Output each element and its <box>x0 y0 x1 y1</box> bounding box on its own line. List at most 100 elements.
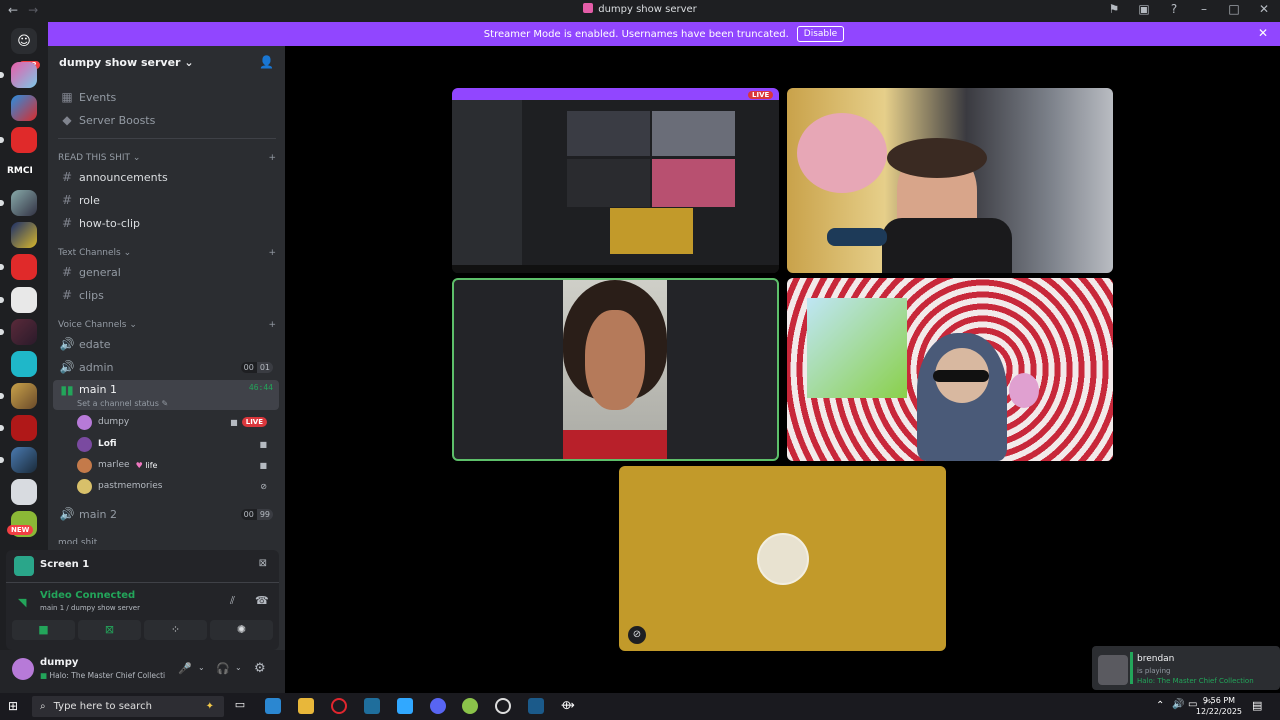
sidebar-item-events[interactable]: ▦ Events <box>53 87 279 107</box>
taskbar-app-icon[interactable] <box>265 698 281 714</box>
back-arrow-icon[interactable]: ← <box>8 3 18 17</box>
signal-icon[interactable]: ◥ <box>18 596 26 609</box>
microphone-icon[interactable]: 🎤 <box>178 662 192 675</box>
tray-chevron-icon[interactable]: ⌃ <box>1156 700 1164 711</box>
search-icon: ⌕ <box>40 701 46 712</box>
game-notification[interactable]: brendan is playing Halo: The Master Chie… <box>1092 646 1280 690</box>
voice-channel-main-2[interactable]: 🔊 main 2 00 99 <box>53 504 279 524</box>
opera-icon[interactable] <box>331 698 347 714</box>
hair <box>887 138 987 178</box>
server-icon-5[interactable] <box>11 222 37 248</box>
disable-button[interactable]: Disable <box>796 26 845 42</box>
webcam-tile-1[interactable] <box>787 88 1113 273</box>
help-icon[interactable]: ? <box>1166 2 1182 16</box>
server-icon-7[interactable] <box>0 287 37 313</box>
shirt <box>563 430 667 459</box>
taskbar-search[interactable]: ⌕ Type here to search ✦ <box>32 696 224 717</box>
add-channel-icon[interactable]: + <box>268 248 276 258</box>
camera-button[interactable]: ■ <box>12 620 75 640</box>
server-icon-13[interactable] <box>11 479 37 505</box>
voice-user-pastmemories[interactable]: pastmemories ⊘ <box>77 477 277 495</box>
category-read[interactable]: READ THIS SHIT ⌄ + <box>58 153 276 163</box>
windows-start-icon[interactable]: ⊞ <box>8 699 18 713</box>
add-channel-icon[interactable]: + <box>268 153 276 163</box>
screen-share-button[interactable]: ⊠ <box>78 620 141 640</box>
settings-gear-icon[interactable]: ⚙ <box>254 661 266 676</box>
disconnect-icon[interactable]: ☎ <box>255 594 269 607</box>
obs-icon[interactable] <box>495 698 511 714</box>
username[interactable]: dumpy <box>40 657 78 668</box>
server-icon-8[interactable] <box>0 319 37 345</box>
shared-tile <box>610 208 693 254</box>
home-dm-icon[interactable]: ☺ <box>11 28 37 54</box>
voice-user-dumpy[interactable]: dumpy ■ LIVE <box>77 413 277 431</box>
webcam-tile-3[interactable] <box>787 278 1113 461</box>
voice-user-marlee[interactable]: marlee ♥ life ■ <box>77 456 277 474</box>
title-bar: ← → dumpy show server ⚑ ▣ ? – □ ✕ <box>0 0 1280 21</box>
avatar-tile-pastmemories[interactable]: ⊘ <box>619 466 946 651</box>
inbox-flag-icon[interactable]: ⚑ <box>1106 2 1122 16</box>
forward-arrow-icon[interactable]: → <box>28 3 38 17</box>
voice-connection-panel: Screen 1 ⊠ ◥ Video Connected main 1 / du… <box>6 550 279 650</box>
taskbar-clock[interactable]: 9:56 PM 12/22/2025 <box>1196 695 1242 717</box>
hash-icon: # <box>61 288 73 302</box>
server-icon-9[interactable] <box>11 351 37 377</box>
app-icon-arrow[interactable]: ⟴ <box>560 698 576 714</box>
server-icon-10[interactable] <box>0 383 37 409</box>
chevron-down-icon[interactable]: ⌄ <box>198 663 205 672</box>
activities-button[interactable]: ⁘ <box>144 620 207 640</box>
server-icon-2[interactable] <box>11 95 37 121</box>
server-icon-11[interactable] <box>0 415 37 441</box>
server-rmci[interactable]: RMCI <box>7 166 33 176</box>
screen-share-tile[interactable]: LIVE <box>452 88 779 273</box>
voice-channel-admin[interactable]: 🔊 admin 00 01 <box>53 357 279 377</box>
minimize-button[interactable]: – <box>1196 2 1212 16</box>
channel-role[interactable]: # role <box>53 190 279 210</box>
connection-location[interactable]: main 1 / dumpy show server <box>40 604 140 612</box>
category-mod[interactable]: mod shit <box>58 538 276 544</box>
add-channel-icon[interactable]: + <box>268 320 276 330</box>
app-icon-green[interactable] <box>462 698 478 714</box>
server-icon-3[interactable] <box>0 127 37 153</box>
sunglasses <box>933 370 989 382</box>
maximize-button[interactable]: □ <box>1226 2 1242 16</box>
avatar[interactable] <box>12 658 34 680</box>
connection-status[interactable]: Video Connected <box>40 590 135 601</box>
sidebar-item-server-boosts[interactable]: ◆ Server Boosts <box>53 110 279 130</box>
channel-how-to-clip[interactable]: # how-to-clip <box>53 213 279 233</box>
server-icon-4[interactable] <box>0 190 37 216</box>
volume-icon[interactable]: 🔊 <box>1172 699 1184 710</box>
speaker-icon: 🔊 <box>59 360 75 374</box>
steam-icon[interactable] <box>528 698 544 714</box>
discord-icon[interactable] <box>430 698 446 714</box>
voice-user-lofi[interactable]: Lofi ■ <box>77 435 277 453</box>
close-button[interactable]: ✕ <box>1256 2 1272 16</box>
banner-close-icon[interactable]: ✕ <box>1258 26 1268 40</box>
notification-center-icon[interactable]: ▤ <box>1252 699 1262 712</box>
chevron-down-icon[interactable]: ⌄ <box>235 663 242 672</box>
category-voice[interactable]: Voice Channels ⌄ + <box>58 320 276 330</box>
task-view-icon[interactable]: ▭ <box>232 698 248 714</box>
shared-tile <box>652 111 735 156</box>
channel-announcements[interactable]: # announcements <box>53 167 279 187</box>
soundboard-button[interactable]: ✺ <box>210 620 273 640</box>
add-member-icon[interactable]: 👤 <box>259 55 274 69</box>
file-explorer-icon[interactable] <box>298 698 314 714</box>
screen-icon[interactable]: ▣ <box>1136 2 1152 16</box>
server-header[interactable]: dumpy show server ⌄ 👤 <box>48 46 285 78</box>
channel-clips[interactable]: # clips <box>53 285 279 305</box>
channel-general[interactable]: # general <box>53 262 279 282</box>
photoshop-icon[interactable] <box>397 698 413 714</box>
server-icon-12[interactable] <box>0 447 37 473</box>
voice-channel-edate[interactable]: 🔊 edate <box>53 334 279 354</box>
shared-tile <box>567 159 650 207</box>
server-icon-1[interactable] <box>0 62 37 88</box>
noise-suppression-icon[interactable]: ⫽ <box>230 594 235 608</box>
vegas-icon[interactable] <box>364 698 380 714</box>
category-text[interactable]: Text Channels ⌄ + <box>58 248 276 258</box>
set-channel-status[interactable]: Set a channel status ✎ <box>77 399 168 408</box>
headphones-icon[interactable]: 🎧 <box>216 662 230 675</box>
webcam-tile-2[interactable] <box>452 278 779 461</box>
server-icon-6[interactable] <box>0 254 37 280</box>
screen-close-icon[interactable]: ⊠ <box>259 558 267 569</box>
